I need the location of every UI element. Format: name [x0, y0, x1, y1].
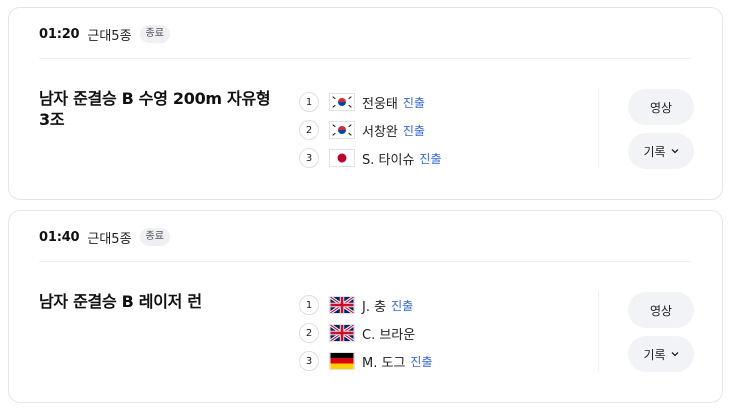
- rank-badge: 1: [299, 295, 319, 315]
- event-time: 01:40: [39, 229, 80, 245]
- video-button[interactable]: 영상: [628, 89, 694, 125]
- rank-badge: 3: [299, 351, 319, 371]
- vertical-divider: [598, 88, 599, 168]
- event-title: 남자 준결승 B 레이저 런: [39, 292, 202, 311]
- result-row: 2 서창완 진출: [299, 116, 442, 144]
- results-list: 1 전웅태 진출 2 서창완 진출 3 S. 타이슈 진출: [299, 88, 442, 172]
- divider: [39, 58, 692, 59]
- video-button[interactable]: 영상: [628, 292, 694, 328]
- status-badge: 종료: [139, 25, 170, 43]
- event-title: 남자 준결승 B 수영 200m 자유형 3조: [39, 89, 271, 129]
- korea-flag-icon: [329, 93, 355, 111]
- advance-label: 진출: [402, 95, 425, 110]
- advance-label: 진출: [419, 151, 442, 166]
- athlete-name: M. 도그: [362, 355, 406, 371]
- record-label: 기록: [643, 347, 666, 362]
- event-time: 01:20: [39, 26, 80, 42]
- uk-flag-icon: [329, 324, 355, 342]
- result-row: 1 J. 충 진출: [299, 291, 433, 319]
- chevron-down-icon: [671, 352, 679, 357]
- event-card: 01:40 근대5종 종료 남자 준결승 B 레이저 런 1 J. 충 진출 2: [8, 210, 723, 403]
- vertical-divider: [598, 291, 599, 371]
- germany-flag-icon: [329, 352, 355, 370]
- result-row: 2 C. 브라운: [299, 319, 433, 347]
- record-dropdown-button[interactable]: 기록: [628, 336, 694, 372]
- athlete-name: J. 충: [362, 299, 387, 315]
- chevron-down-icon: [671, 149, 679, 154]
- advance-label: 진출: [391, 298, 414, 313]
- record-label: 기록: [643, 144, 666, 159]
- advance-label: 진출: [410, 354, 433, 369]
- japan-flag-icon: [329, 149, 355, 167]
- status-badge: 종료: [139, 228, 170, 246]
- athlete-name: 전웅태: [362, 96, 398, 112]
- event-sport: 근대5종: [87, 28, 132, 44]
- athlete-name: C. 브라운: [362, 327, 416, 343]
- result-row: 1 전웅태 진출: [299, 88, 442, 116]
- result-row: 3 S. 타이슈 진출: [299, 144, 442, 172]
- korea-flag-icon: [329, 121, 355, 139]
- rank-badge: 2: [299, 120, 319, 140]
- athlete-name: S. 타이슈: [362, 152, 415, 168]
- event-header: 01:40 근대5종 종료: [39, 227, 692, 247]
- result-row: 3 M. 도그 진출: [299, 347, 433, 375]
- advance-label: 진출: [402, 123, 425, 138]
- rank-badge: 1: [299, 92, 319, 112]
- results-list: 1 J. 충 진출 2 C. 브라운 3 M. 도그 진출: [299, 291, 433, 375]
- rank-badge: 3: [299, 148, 319, 168]
- record-dropdown-button[interactable]: 기록: [628, 133, 694, 169]
- uk-flag-icon: [329, 296, 355, 314]
- event-card: 01:20 근대5종 종료 남자 준결승 B 수영 200m 자유형 3조 1 …: [8, 7, 723, 200]
- event-sport: 근대5종: [87, 231, 132, 247]
- event-header: 01:20 근대5종 종료: [39, 24, 692, 44]
- divider: [39, 261, 692, 262]
- athlete-name: 서창완: [362, 124, 398, 140]
- rank-badge: 2: [299, 323, 319, 343]
